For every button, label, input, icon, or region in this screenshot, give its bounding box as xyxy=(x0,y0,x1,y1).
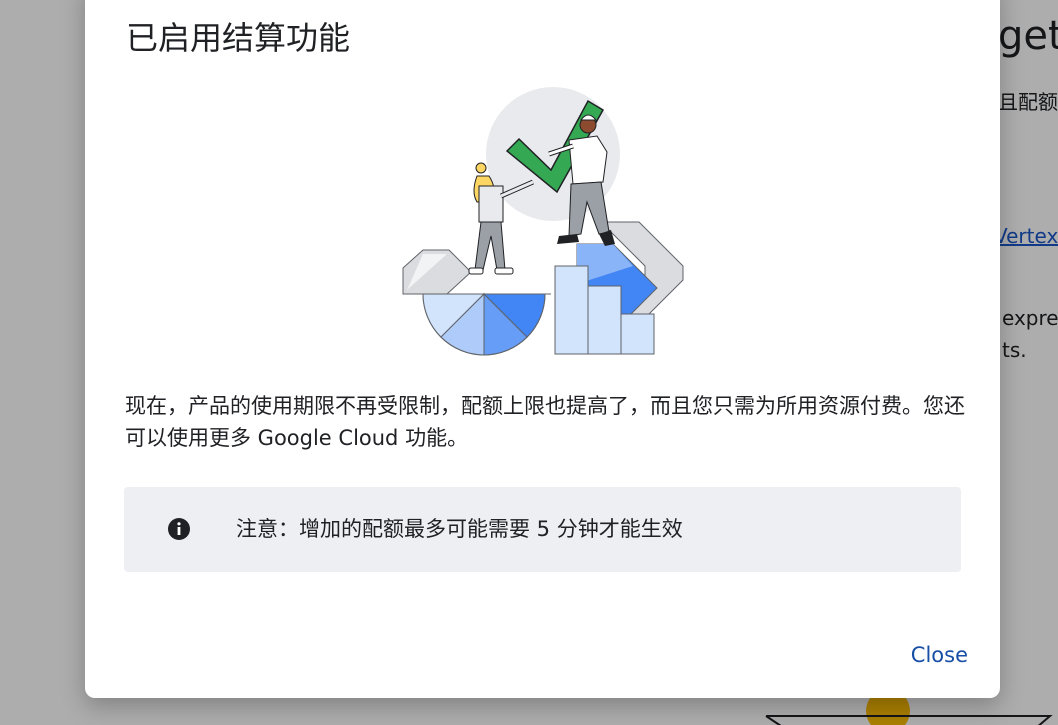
quota-notice-banner: 注意：增加的配额最多可能需要 5 分钟才能生效 xyxy=(124,487,961,572)
dialog-description: 现在，产品的使用期限不再受限制，配额上限也提高了，而且您只需为所用资源付费。您还… xyxy=(125,394,965,450)
celebration-illustration xyxy=(402,87,684,356)
billing-enabled-dialog: 已启用结算功能 现在，产品的使用期限不再受限制，配额上限也提高了，而且您只需为所… xyxy=(85,0,1000,698)
close-button[interactable]: Close xyxy=(903,634,976,676)
info-icon xyxy=(168,518,190,540)
notice-text: 注意：增加的配额最多可能需要 5 分钟才能生效 xyxy=(236,517,683,541)
dialog-title: 已启用结算功能 xyxy=(126,19,351,57)
